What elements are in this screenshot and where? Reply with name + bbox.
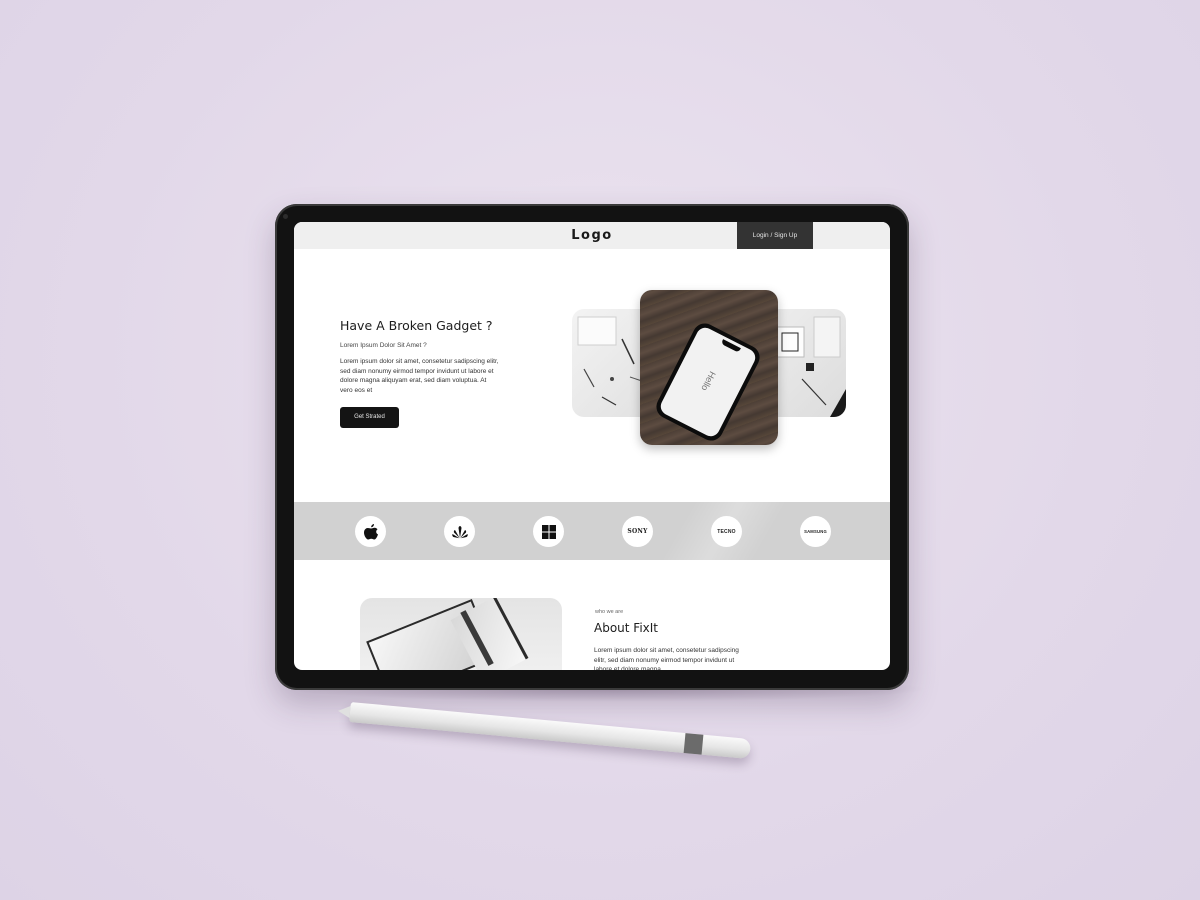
windows-icon	[541, 524, 556, 539]
tecno-logo: TECNO	[717, 528, 736, 535]
huawei-icon	[451, 525, 468, 538]
carousel-dots[interactable]: • • •	[346, 667, 369, 670]
stylus-band	[683, 733, 704, 755]
hero-body-text: Lorem ipsum dolor sit amet, consetetur s…	[340, 358, 499, 394]
stylus-pencil	[337, 702, 752, 760]
tablet-camera	[283, 214, 288, 219]
hero-subtitle: Lorem Ipsum Dolor Sit Amet ?	[340, 342, 427, 349]
hero-title: Have A Broken Gadget ?	[340, 318, 493, 333]
site-header: Logo Login / Sign Up	[294, 222, 890, 249]
brand-apple[interactable]	[355, 516, 386, 547]
samsung-logo: SAMSUNG	[804, 529, 827, 534]
stylus-tip	[337, 704, 351, 718]
phone-screen-text: Hello	[699, 369, 718, 393]
about-image	[360, 598, 562, 670]
brand-tecno[interactable]: TECNO	[711, 516, 742, 547]
tablet-screen: Logo Login / Sign Up Have A Broken Gadge…	[294, 222, 890, 670]
sony-logo: SONY	[627, 528, 648, 535]
about-body-text: Lorem ipsum dolor sit amet, consetetur s…	[594, 647, 739, 670]
phone-notch	[720, 339, 741, 353]
phone-screen: Hello	[657, 324, 759, 440]
brand-strip: SONY TECNO SAMSUNG	[294, 502, 890, 560]
login-signup-button[interactable]: Login / Sign Up	[737, 222, 813, 249]
get-started-button[interactable]: Get Strated	[340, 407, 399, 428]
apple-icon	[363, 523, 378, 539]
about-title: About FixIt	[594, 621, 659, 635]
brand-huawei[interactable]	[444, 516, 475, 547]
smartphone-illustration: Hello	[652, 319, 764, 445]
about-eyebrow: who we are	[595, 609, 624, 615]
brand-samsung[interactable]: SAMSUNG	[800, 516, 831, 547]
hero-image-phone: Hello	[640, 290, 778, 445]
brand-sony[interactable]: SONY	[622, 516, 653, 547]
brand-windows[interactable]	[533, 516, 564, 547]
